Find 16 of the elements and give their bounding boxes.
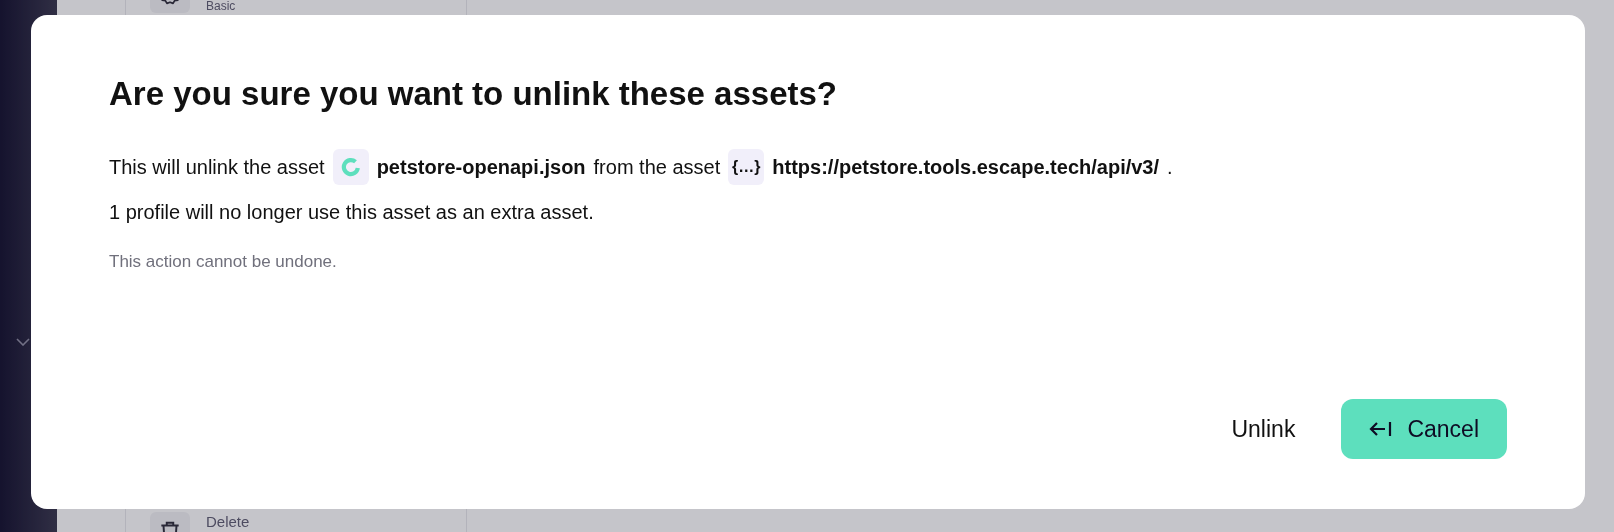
ring-logo-icon	[340, 157, 361, 177]
chevron-down-icon[interactable]	[16, 338, 30, 346]
menu-item-label[interactable]: Basic	[206, 0, 236, 12]
dialog-title: Are you sure you want to unlink these assets?	[109, 75, 838, 113]
exit-arrow-icon	[1369, 419, 1394, 439]
message-text: from the asset	[593, 155, 721, 179]
message-text: This will unlink the asset	[109, 155, 325, 179]
menu-item-label[interactable]: Delete	[206, 514, 250, 530]
unlink-button[interactable]: Unlink	[1231, 415, 1296, 443]
message-text: .	[1167, 155, 1173, 179]
cancel-button[interactable]: Cancel	[1341, 399, 1507, 459]
asset-name: https://petstore.tools.escape.tech/api/v3/	[772, 155, 1160, 179]
detail-text: 1 profile will no longer use this asset as an extra asset.	[109, 201, 595, 224]
warning-text: This action cannot be undone.	[109, 252, 338, 272]
asset-chip: {…}	[728, 149, 765, 185]
asset-name: petstore-openapi.json	[376, 155, 586, 179]
